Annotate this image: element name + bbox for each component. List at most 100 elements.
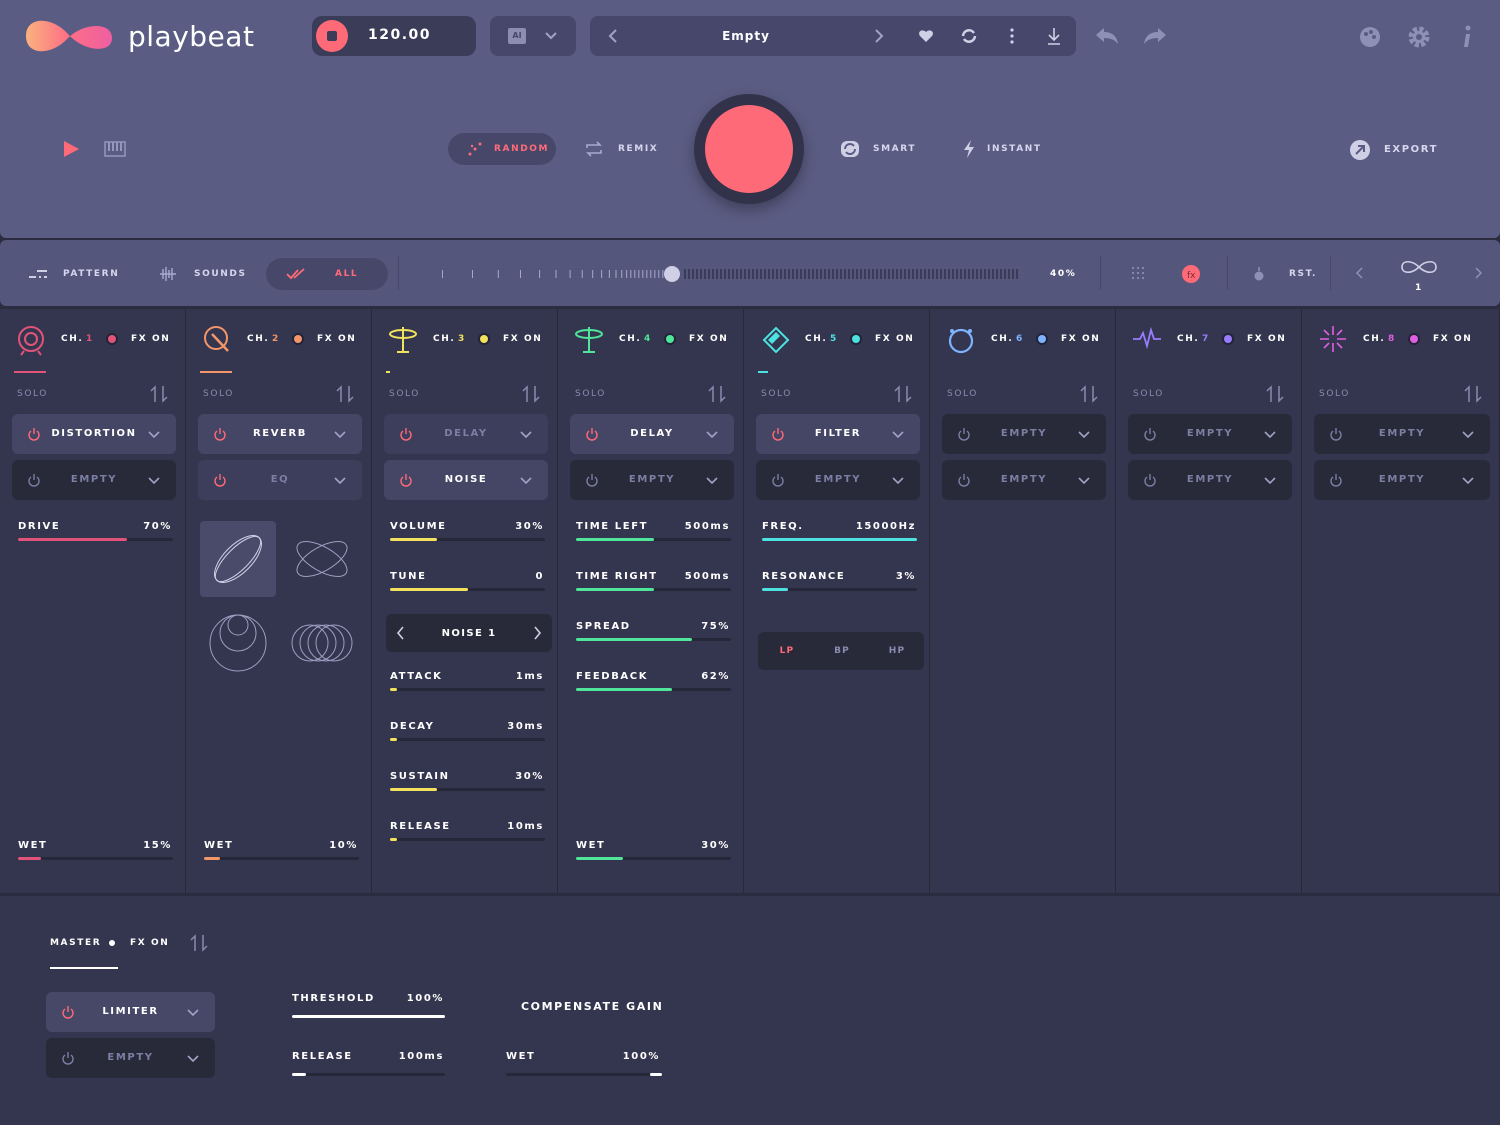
master-fx2-dropdown[interactable]: EMPTY — [46, 1038, 215, 1078]
channel-8-instrument-icon[interactable] — [1318, 324, 1350, 356]
gear-icon[interactable] — [1406, 24, 1432, 50]
param-tune-slider[interactable] — [390, 588, 545, 591]
fx2-dropdown[interactable]: EMPTY — [570, 460, 734, 500]
solo-button[interactable]: SOLO — [1319, 389, 1350, 399]
fx-on-label[interactable]: FX ON — [503, 334, 542, 344]
next-preset-icon[interactable] — [874, 29, 884, 43]
channel-5-instrument-icon[interactable] — [760, 324, 792, 356]
param-freq-slider[interactable] — [762, 538, 917, 541]
channel-2-instrument-icon[interactable] — [202, 324, 234, 356]
param-release-slider[interactable] — [390, 838, 545, 841]
pattern-label[interactable]: PATTERN — [63, 269, 119, 279]
fx-on-label[interactable]: FX ON — [875, 334, 914, 344]
channel-4-instrument-icon[interactable] — [574, 324, 606, 356]
fx1-dropdown[interactable]: FILTER — [756, 414, 920, 454]
channel-7-instrument-icon[interactable] — [1132, 324, 1164, 356]
wet-slider[interactable] — [204, 857, 359, 860]
sort-arrows-icon[interactable] — [1080, 385, 1098, 403]
fx-on-label[interactable]: FX ON — [1247, 334, 1286, 344]
fx-status-dot[interactable] — [1038, 335, 1046, 343]
channel-6-instrument-icon[interactable] — [946, 324, 978, 356]
fx-status-dot[interactable] — [480, 335, 488, 343]
solo-button[interactable]: SOLO — [203, 389, 234, 399]
fx-icon[interactable]: fx — [1181, 264, 1201, 284]
sounds-label[interactable]: SOUNDS — [194, 269, 247, 279]
fx2-dropdown[interactable]: EMPTY — [1314, 460, 1490, 500]
fx-status-dot[interactable] — [1410, 335, 1418, 343]
fx2-dropdown[interactable]: EMPTY — [942, 460, 1106, 500]
sort-arrows-icon[interactable] — [522, 385, 540, 403]
wet-slider[interactable] — [576, 857, 731, 860]
bpm-box[interactable]: 120.00 — [312, 16, 476, 56]
fx-status-dot[interactable] — [852, 335, 860, 343]
fx2-dropdown[interactable]: NOISE — [384, 460, 548, 500]
remix-label[interactable]: REMIX — [618, 144, 658, 154]
fx-status-dot[interactable] — [294, 335, 302, 343]
master-wet-slider[interactable] — [506, 1073, 662, 1076]
piano-icon[interactable] — [104, 141, 126, 157]
param-attack-slider[interactable] — [390, 688, 545, 691]
fx1-dropdown[interactable]: EMPTY — [942, 414, 1106, 454]
fx-on-label[interactable]: FX ON — [317, 334, 356, 344]
param-feedback-slider[interactable] — [576, 688, 731, 691]
smart-label[interactable]: SMART — [873, 144, 916, 154]
grid-icon[interactable] — [1131, 266, 1149, 282]
param-spread-slider[interactable] — [576, 638, 731, 641]
fx-on-label[interactable]: FX ON — [131, 334, 170, 344]
fx-on-label[interactable]: FX ON — [689, 334, 728, 344]
remix-icon[interactable] — [584, 141, 604, 157]
sort-arrows-icon[interactable] — [1464, 385, 1482, 403]
param-time-right-slider[interactable] — [576, 588, 731, 591]
export-icon[interactable] — [1349, 139, 1371, 161]
reset-label[interactable]: RST. — [1289, 269, 1317, 279]
undo-icon[interactable] — [1094, 26, 1120, 46]
intensity-knob[interactable] — [664, 266, 680, 282]
intensity-slider[interactable] — [430, 262, 1030, 286]
sounds-icon[interactable] — [158, 265, 178, 283]
fx2-dropdown[interactable]: EMPTY — [1128, 460, 1292, 500]
reverb-shape-1[interactable] — [200, 521, 276, 597]
palette-icon[interactable] — [1358, 25, 1382, 49]
filter-mode-lp[interactable]: LP — [772, 646, 802, 656]
param-decay-slider[interactable] — [390, 738, 545, 741]
wet-slider[interactable] — [18, 857, 173, 860]
filter-mode-bp[interactable]: BP — [827, 646, 857, 656]
fx1-dropdown[interactable]: EMPTY — [1128, 414, 1292, 454]
info-icon[interactable] — [1460, 24, 1474, 50]
fx-on-label[interactable]: FX ON — [1061, 334, 1100, 344]
prev-preset-icon[interactable] — [608, 29, 618, 43]
next-loop-icon[interactable] — [1475, 267, 1483, 279]
fx-status-dot[interactable] — [1224, 335, 1232, 343]
param-resonance-slider[interactable] — [762, 588, 917, 591]
sort-arrows-icon[interactable] — [336, 385, 354, 403]
lightning-icon[interactable] — [962, 139, 976, 159]
fx1-dropdown[interactable]: DELAY — [384, 414, 548, 454]
fx2-dropdown[interactable]: EMPTY — [12, 460, 176, 500]
download-icon[interactable] — [1047, 27, 1061, 45]
fx1-dropdown[interactable]: DISTORTION — [12, 414, 176, 454]
all-toggle[interactable]: ALL — [266, 258, 388, 290]
fx1-dropdown[interactable]: DELAY — [570, 414, 734, 454]
sort-arrows-icon[interactable] — [150, 385, 168, 403]
record-button[interactable] — [316, 20, 348, 52]
sort-arrows-icon[interactable] — [190, 934, 208, 952]
random-button[interactable]: RANDOM — [448, 133, 556, 165]
ai-dropdown[interactable]: AI — [490, 16, 576, 56]
solo-button[interactable]: SOLO — [947, 389, 978, 399]
instant-label[interactable]: INSTANT — [987, 144, 1042, 154]
fx2-dropdown[interactable]: EMPTY — [756, 460, 920, 500]
solo-button[interactable]: SOLO — [575, 389, 606, 399]
param-volume-slider[interactable] — [390, 538, 545, 541]
fx-status-dot[interactable] — [108, 335, 116, 343]
infinity-icon[interactable] — [1400, 260, 1438, 274]
more-icon[interactable] — [1008, 27, 1016, 45]
compensate-gain-toggle[interactable]: COMPENSATE GAIN — [521, 1000, 663, 1013]
fx-status-dot[interactable] — [666, 335, 674, 343]
fx-on-label[interactable]: FX ON — [1433, 334, 1472, 344]
solo-button[interactable]: SOLO — [17, 389, 48, 399]
master-fx-dot[interactable] — [109, 940, 115, 946]
sync-icon[interactable] — [960, 28, 978, 44]
param-drive-slider[interactable] — [18, 538, 173, 541]
threshold-slider[interactable] — [292, 1015, 445, 1018]
export-label[interactable]: EXPORT — [1384, 144, 1438, 155]
